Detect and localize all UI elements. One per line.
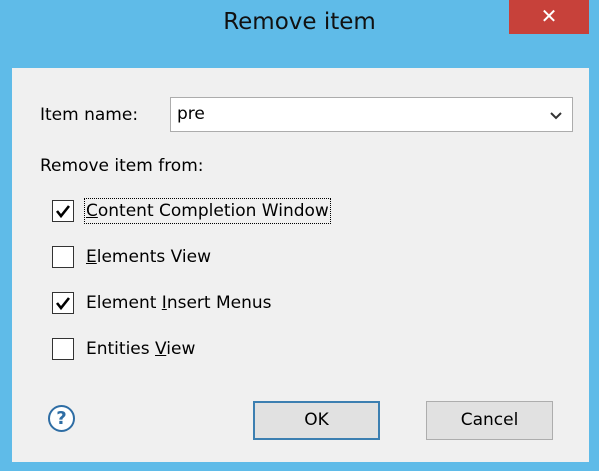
option-label-prefix: Element (86, 293, 162, 313)
option-label-entities-view[interactable]: Entities View (86, 338, 195, 360)
option-label-elements-view[interactable]: Elements View (86, 246, 211, 268)
remove-from-label: Remove item from: (40, 156, 204, 176)
option-label-rest: iew (166, 339, 196, 359)
checkbox-element-insert-menus[interactable] (52, 292, 74, 314)
option-label-prefix: Entities (86, 339, 156, 359)
option-label-element-insert-menus[interactable]: Element Insert Menus (86, 292, 272, 314)
item-name-value: pre (177, 104, 205, 124)
checkmark-icon (55, 205, 71, 219)
help-icon[interactable]: ? (48, 405, 75, 432)
title-bar[interactable]: Remove item ✕ (0, 0, 599, 38)
checkbox-elements-view[interactable] (52, 246, 74, 268)
cancel-button[interactable]: Cancel (426, 401, 553, 440)
checkmark-icon (55, 297, 71, 311)
chevron-down-icon[interactable] (548, 107, 564, 123)
option-label-rest: nsert Menus (166, 293, 272, 313)
ok-button[interactable]: OK (253, 401, 380, 440)
item-name-label: Item name: (40, 105, 139, 125)
mnemonic: V (155, 339, 167, 359)
checkbox-content-completion-window[interactable] (52, 200, 74, 222)
option-label-rest: ontent Completion Window (97, 201, 329, 221)
dialog-window: Remove item ✕ Item name: pre Remove item… (0, 0, 599, 471)
item-name-combobox[interactable]: pre (170, 97, 573, 132)
checkbox-entities-view[interactable] (52, 338, 74, 360)
option-label-rest: lements View (96, 247, 211, 267)
mnemonic: E (86, 247, 97, 267)
dialog-body: Item name: pre Remove item from: Content… (12, 68, 589, 462)
option-label-content-completion-window[interactable]: Content Completion Window (84, 198, 331, 224)
mnemonic: C (86, 201, 98, 221)
close-icon: ✕ (540, 4, 558, 28)
close-button[interactable]: ✕ (509, 0, 589, 34)
